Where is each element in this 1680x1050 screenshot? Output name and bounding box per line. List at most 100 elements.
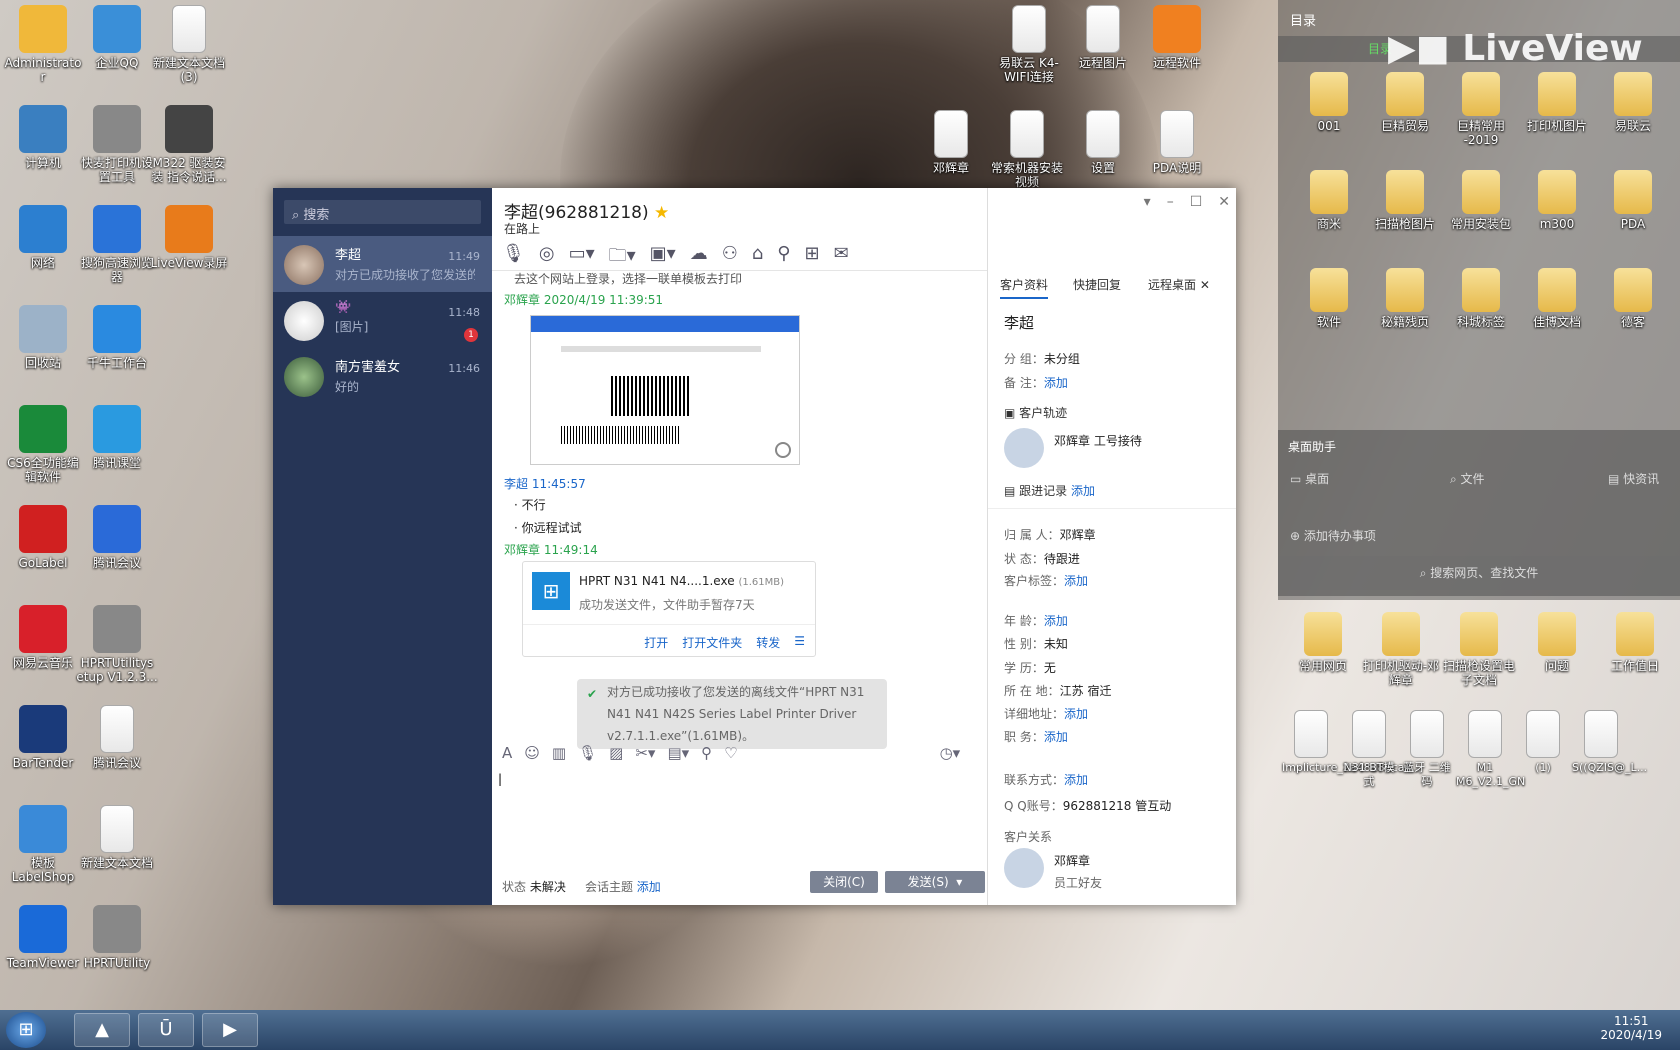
folder-icon[interactable]: 巨精常用 -2019	[1440, 72, 1522, 147]
desktop-icon[interactable]: BarTender	[2, 705, 84, 770]
comment-icon[interactable]: ⊞	[804, 243, 819, 273]
desktop-icon[interactable]: Administrato r	[2, 5, 84, 84]
forward-link[interactable]: 转发	[756, 634, 780, 651]
desktop-icon[interactable]: 快麦打印机设置工具	[76, 105, 158, 184]
folder-icon[interactable]: 打印机图片	[1516, 72, 1598, 133]
folder-icon[interactable]: 常用安装包	[1440, 170, 1522, 231]
close-icon[interactable]: ✕	[1218, 194, 1230, 210]
clock[interactable]: 11:51 2020/4/19	[1600, 1014, 1662, 1042]
desktop-icon[interactable]: M322 驱装安装 指令说话...	[148, 105, 230, 184]
tab-quick-reply[interactable]: 快捷回复	[1073, 276, 1121, 293]
zoom-icon[interactable]	[775, 442, 791, 458]
desktop-icon[interactable]: CS6全功能编辑软件	[2, 405, 84, 484]
folder-icon[interactable]: 001	[1288, 72, 1370, 133]
open-file-link[interactable]: 打开	[644, 634, 668, 651]
voice-icon[interactable]: 🎙	[578, 744, 597, 762]
tab-news[interactable]: ▤ 快资讯	[1608, 470, 1659, 487]
maximize-icon[interactable]: ☐	[1190, 194, 1203, 210]
desktop-icon[interactable]: PDA说明	[1136, 110, 1218, 175]
desktop-icon[interactable]: N31 BT模式	[1340, 710, 1398, 789]
close-button[interactable]: 关闭(C)	[810, 871, 878, 893]
assistant-search[interactable]: ⌕ 搜索网页、查找文件	[1278, 556, 1680, 590]
desktop-icon[interactable]: 邓辉章	[910, 110, 992, 175]
open-folder-link[interactable]: 打开文件夹	[682, 634, 742, 651]
desktop-icon[interactable]: 搜狗高速浏览器	[76, 205, 158, 284]
send-file-icon[interactable]: 🗀▾	[609, 243, 636, 273]
desktop-icon[interactable]: 腾讯会议	[76, 705, 158, 770]
video-call-icon[interactable]: ◎	[539, 243, 555, 273]
minimize-icon[interactable]: –	[1167, 194, 1174, 210]
search-input[interactable]: ⌕ 搜索	[284, 200, 481, 224]
desktop-icon[interactable]: 打印机驱动-邓辉章	[1360, 612, 1442, 687]
screenshot-icon[interactable]: ✂▾	[635, 744, 655, 762]
desktop-icon[interactable]: 常用网页	[1282, 612, 1364, 673]
desktop-icon[interactable]: M1 M6_V2.1_GN	[1456, 710, 1525, 789]
folder-icon[interactable]: 软件	[1288, 268, 1370, 329]
screen-share-icon[interactable]: ▭▾	[569, 243, 595, 273]
transfer-icon[interactable]: ⚇	[722, 243, 738, 273]
message-input[interactable]: |	[498, 772, 978, 862]
desktop-icon[interactable]: 设置	[1062, 110, 1144, 175]
voice-call-icon[interactable]: 🎙	[502, 243, 525, 273]
like-icon[interactable]: ♡	[724, 744, 737, 762]
desktop-icon[interactable]: 模板 LabelShop	[2, 805, 84, 884]
folder-icon[interactable]: 巨精贸易	[1364, 72, 1446, 133]
desktop-icon[interactable]: 远程图片	[1062, 5, 1144, 70]
folder-icon[interactable]: 商米	[1288, 170, 1370, 231]
image-icon[interactable]: ▨	[609, 744, 623, 762]
conversation-item[interactable]: 李超 对方已成功接收了您发送的 11:49	[273, 236, 492, 292]
taskbar-app[interactable]: ▲	[74, 1013, 130, 1047]
taskbar-app[interactable]: Ū	[138, 1013, 194, 1047]
folder-icon[interactable]: m300	[1516, 170, 1598, 231]
desktop-icon[interactable]: GoLabel	[2, 505, 84, 570]
conversation-item[interactable]: 南方害羞女 好的 11:46	[273, 348, 492, 404]
start-button[interactable]: ⊞	[6, 1012, 46, 1048]
folder-icon[interactable]: 秘籍残页	[1364, 268, 1446, 329]
folder-icon[interactable]: 科城标签	[1440, 268, 1522, 329]
tab-customer-info[interactable]: 客户资料	[1000, 276, 1049, 299]
message-image[interactable]	[530, 315, 800, 465]
tab-remote-desktop[interactable]: 远程桌面 ✕	[1148, 276, 1210, 293]
mail-icon[interactable]: ✉	[834, 243, 849, 273]
desktop-icon[interactable]: 工作值日	[1594, 612, 1676, 673]
desktop-icon[interactable]: 计算机	[2, 105, 84, 170]
desktop-icon[interactable]: 企业QQ	[76, 5, 158, 70]
desktop-icon[interactable]: HPRTUtilitys etup V1.2.3...	[76, 605, 158, 684]
desktop-icon[interactable]: 常索机器安装视频	[986, 110, 1068, 189]
desktop-icon[interactable]: 腾讯课堂	[76, 405, 158, 470]
desktop-icon[interactable]: 蓝牙 二维码	[1398, 710, 1456, 789]
contact-card-icon[interactable]: ⚲	[701, 744, 712, 762]
topic-add-link[interactable]: 添加	[637, 880, 661, 894]
send-button[interactable]: 发送(S) ▾	[885, 871, 985, 893]
desktop-icon[interactable]: TeamViewer	[2, 905, 84, 970]
tab-file[interactable]: ⌕ 文件	[1450, 470, 1485, 487]
home-icon[interactable]: ⌂	[752, 243, 763, 273]
tab-desktop[interactable]: ▭ 桌面	[1290, 470, 1329, 487]
history-icon[interactable]: ◷▾	[940, 744, 961, 762]
desktop-icon[interactable]: 易联云 K4-WIFI连接	[988, 5, 1070, 84]
folder-icon[interactable]: PDA	[1592, 170, 1674, 231]
desktop-icon[interactable]: (1)	[1514, 710, 1572, 775]
desktop-icon[interactable]: 扫描枪设置电子文档	[1438, 612, 1520, 687]
desktop-icon[interactable]: 网易云音乐	[2, 605, 84, 670]
desktop-icon[interactable]: HPRTUtility	[76, 905, 158, 970]
conversation-item[interactable]: 👾 [图片] 11:48 1	[273, 292, 492, 348]
cloud-icon[interactable]: ☁	[690, 243, 708, 273]
quick-reply-icon[interactable]: ▤▾	[667, 744, 689, 762]
emoji-icon[interactable]: ☺	[524, 744, 540, 762]
desktop-icon[interactable]: 问题	[1516, 612, 1598, 673]
menu-icon[interactable]: ☰	[794, 634, 805, 651]
desktop-icon[interactable]: 网络	[2, 205, 84, 270]
desktop-icon[interactable]: 回收站	[2, 305, 84, 370]
desktop-icon[interactable]: LiveView录屏	[148, 205, 230, 270]
taskbar-app[interactable]: ▶	[202, 1013, 258, 1047]
desktop-icon[interactable]: S((QZIS@_L...	[1572, 710, 1647, 775]
desktop-icon[interactable]: 远程软件	[1136, 5, 1218, 70]
desktop-icon[interactable]: Implicture_2a48d81ca4...	[1282, 710, 1422, 775]
desktop-icon[interactable]: 腾讯会议	[76, 505, 158, 570]
desktop-icon[interactable]: 千牛工作台	[76, 305, 158, 370]
font-icon[interactable]: A	[502, 744, 512, 762]
desktop-icon[interactable]: 新建文本文档	[76, 805, 158, 870]
chevron-down-icon[interactable]: ▾	[1144, 194, 1151, 210]
gif-icon[interactable]: ▥	[552, 744, 566, 762]
